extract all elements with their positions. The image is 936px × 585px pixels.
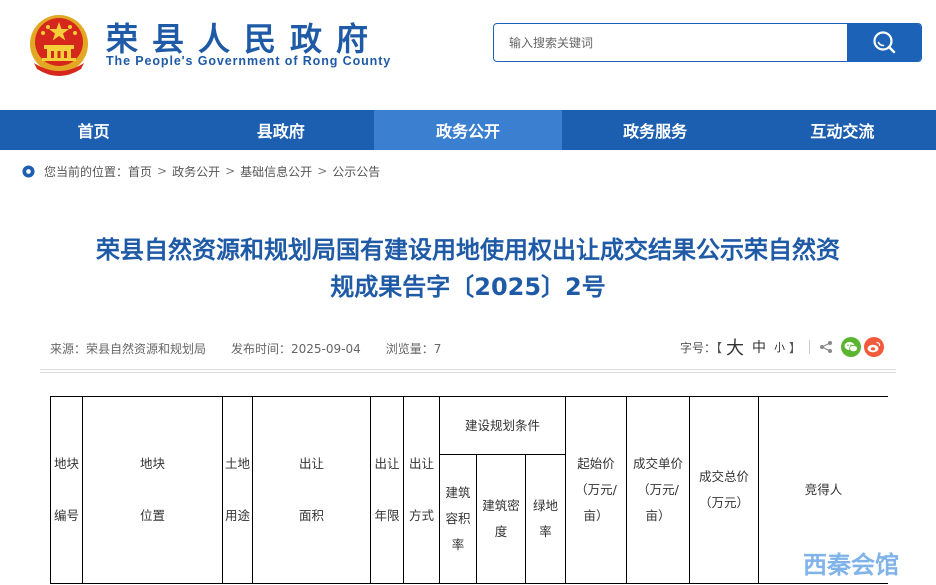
national-emblem-icon[interactable] — [26, 13, 92, 79]
site-subtitle-en: The People's Government of Rong County — [106, 54, 392, 68]
breadcrumb-prefix: 您当前的位置： — [44, 164, 129, 179]
header-total-price: 成交总价 （万元） — [689, 396, 759, 584]
breadcrumb-basic-info[interactable]: 基础信息公开 — [240, 163, 312, 180]
meta-divider-line — [40, 369, 896, 373]
share-icon[interactable] — [819, 340, 833, 354]
location-icon — [22, 164, 35, 178]
article-source: 来源：荣县自然资源和规划局 — [50, 342, 207, 356]
wechat-icon — [844, 342, 858, 353]
article-meta: 来源：荣县自然资源和规划局 发布时间：2025-09-04 浏览量：7 — [50, 340, 466, 357]
font-size-close-bracket: 】 — [789, 340, 802, 355]
font-size-large-button[interactable]: 大 — [726, 334, 744, 360]
breadcrumb-announcements[interactable]: 公示公告 — [332, 163, 380, 180]
font-size-label: 字号：【 — [680, 340, 723, 355]
font-size-medium-button[interactable]: 中 — [752, 337, 766, 357]
weibo-icon — [867, 341, 881, 353]
search-box — [493, 23, 922, 62]
site-header: 荣县人民政府 The People's Government of Rong C… — [0, 0, 936, 110]
header-starting-price: 起始价 （万元/亩） — [565, 396, 627, 584]
breadcrumb-separator: > — [317, 164, 328, 178]
search-icon — [873, 30, 896, 53]
nav-county-government[interactable]: 县政府 — [187, 110, 374, 150]
font-size-small-button[interactable]: 小 — [774, 339, 785, 355]
article-publish-time: 发布时间：2025-09-04 — [231, 342, 361, 356]
nav-home[interactable]: 首页 — [0, 110, 187, 150]
font-size-control: 字号：【 大 中 小 】 — [680, 334, 885, 360]
nav-interaction[interactable]: 互动交流 — [749, 110, 936, 150]
header-unit-price: 成交单价 （万元/亩） — [626, 396, 690, 584]
header-floor-area-ratio: 建筑 容积率 — [439, 454, 477, 584]
header-plot-number: 地块 编号 — [50, 396, 83, 584]
search-button[interactable] — [847, 24, 921, 61]
article-title-line1: 荣县自然资源和规划局国有建设用地使用权出让成交结果公示荣自然资 — [96, 236, 840, 264]
article-views: 浏览量：7 — [385, 342, 442, 356]
wechat-share-icon[interactable] — [841, 337, 862, 357]
nav-government-services[interactable]: 政务服务 — [562, 110, 749, 150]
breadcrumb-separator: > — [225, 164, 236, 178]
header-green-ratio: 绿地率 — [525, 454, 566, 584]
breadcrumb: 您当前的位置： 首页 > 政务公开 > 基础信息公开 > 公示公告 — [22, 163, 380, 179]
header-transfer-term: 出让 年限 — [370, 396, 404, 584]
article-title: 荣县自然资源和规划局国有建设用地使用权出让成交结果公示荣自然资 规成果告字〔20… — [40, 232, 896, 306]
watermark: 西秦会馆 — [803, 551, 899, 579]
header-building-density: 建筑密度 — [476, 454, 526, 584]
header-plot-location: 地块 位置 — [82, 396, 223, 584]
header-transfer-method: 出让 方式 — [403, 396, 440, 584]
header-transfer-area: 出让 面积 — [252, 396, 371, 584]
header-planning-conditions: 建设规划条件 — [439, 396, 566, 455]
meta-divider — [809, 340, 811, 354]
breadcrumb-government-affairs[interactable]: 政务公开 — [172, 163, 220, 180]
main-nav: 首页 县政府 政务公开 政务服务 互动交流 — [0, 110, 936, 150]
breadcrumb-separator: > — [157, 164, 168, 178]
breadcrumb-home[interactable]: 首页 — [128, 163, 152, 180]
search-input[interactable] — [494, 24, 848, 61]
article-title-line2: 规成果告字〔2025〕2号 — [330, 273, 606, 301]
weibo-share-icon[interactable] — [864, 337, 885, 357]
header-land-use: 土地 用途 — [222, 396, 253, 584]
transaction-table: 地块 编号 地块 位置 土地 用途 出让 面积 出让 年限 出让 方式 建设规划条件 起始价… — [50, 396, 888, 585]
nav-government-affairs-disclosure[interactable]: 政务公开 — [374, 110, 562, 150]
